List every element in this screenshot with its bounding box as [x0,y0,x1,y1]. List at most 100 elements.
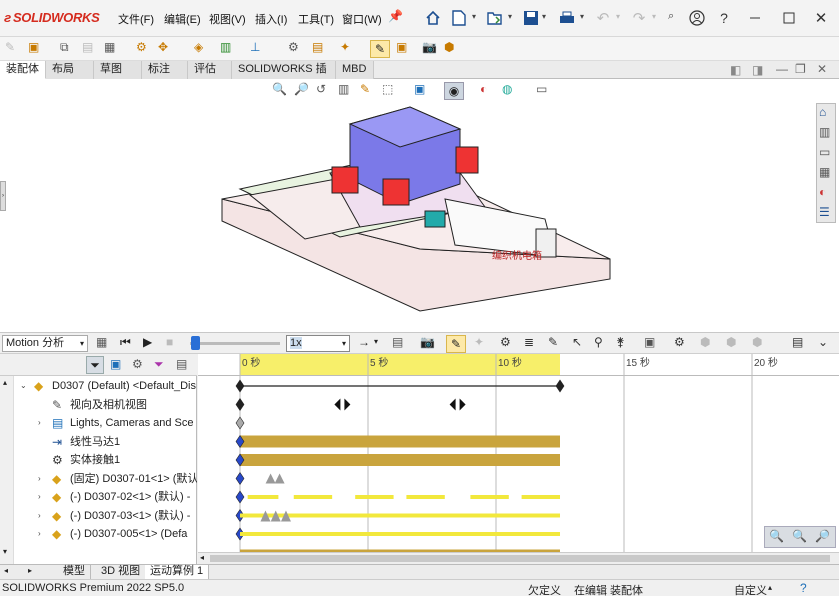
previous-view-icon[interactable]: ↺ [316,83,326,95]
hide-show-items-icon[interactable]: ◉ [444,82,464,100]
solidworks-logo[interactable]: ƨ SOLIDWORKS [4,10,100,25]
menu-edit[interactable]: 编辑(E) [164,11,201,27]
bill-of-materials-icon[interactable]: ▤ [312,41,323,53]
large-assembly-icon[interactable]: ⬢ [444,41,454,53]
doc-restore-icon[interactable]: ❐ [795,63,806,75]
gravity-icon[interactable]: ⚵ [616,336,625,348]
collapse-motion-icon[interactable]: ⬢ [752,336,762,348]
tree-item[interactable]: ⚙ 实体接触1 [0,451,197,469]
expand-icon[interactable]: › [38,493,41,501]
component-preview-icon[interactable]: ▤ [82,41,93,53]
save-icon[interactable] [522,9,540,27]
tab-sketch[interactable]: 草图 [94,61,142,79]
resources-icon[interactable]: ⌂ [819,106,826,118]
view-orientation-icon[interactable]: ⬚ [382,83,393,95]
filter-selected-icon[interactable]: ⏷ [154,358,164,370]
instant3d-icon[interactable]: ✎ [370,40,390,58]
motor-icon[interactable]: ⚙ [500,336,511,348]
simulation-setup-icon[interactable]: ⬢ [700,336,710,348]
chevron-down-icon[interactable]: ▾ [616,13,620,21]
file-explorer-icon[interactable]: ▭ [819,146,830,158]
tile-left-icon[interactable]: ◧ [730,64,741,76]
insert-components-icon[interactable]: ▣ [28,41,39,53]
tree-item[interactable]: › ◆ (-) D0307-005<1> (Defa [0,525,197,543]
tab-layout[interactable]: 布局 [46,61,94,79]
open-folder-icon[interactable] [486,9,504,27]
graphics-area[interactable]: 🔍 🔎 ↺ ▥ ✎ ⬚ ▣ ◉ ◐ ◍ ▭ › ⌂ ▥ ▭ ▦ ◐ ☰ 编织机电… [0,79,839,332]
tree-item[interactable]: ⇥ 线性马达1 [0,433,197,451]
zoom-in-icon[interactable]: 🔍 [792,530,807,542]
filter-animated-icon[interactable]: ▣ [110,358,121,370]
panel-toggle-icon[interactable]: › [0,181,6,211]
playback-slider-thumb[interactable] [191,336,200,350]
zoom-to-fit-icon[interactable]: 🔍 [769,530,784,542]
close-icon[interactable]: ✕ [812,9,830,27]
play-icon[interactable]: ▶ [143,336,152,348]
tab-scroll-right-icon[interactable]: ▸ [28,567,32,575]
collapse-panel-icon[interactable]: ⌄ [818,336,828,348]
zoom-out-icon[interactable]: 🔎 [815,530,830,542]
chevron-down-icon[interactable]: ▾ [542,13,546,21]
mate-icon[interactable]: ⧉ [60,41,69,53]
tree-item[interactable]: ⌄ ◆ D0307 (Default) <Default_Dis [0,377,197,395]
apply-scene-icon[interactable]: ◍ [502,83,512,95]
expand-icon[interactable]: › [38,530,41,538]
edit-appearance-icon[interactable]: ◐ [480,83,487,95]
take-snapshot-icon[interactable]: 📷 [422,41,437,53]
new-motion-study-icon[interactable]: ⚙ [288,41,299,53]
play-from-start-icon[interactable]: ⏮ [120,336,131,348]
contact-icon[interactable]: ⚲ [594,336,603,348]
tab-motion-study[interactable]: 运动算例 1 [145,565,210,579]
timeline-scrollbar[interactable]: ◂ [198,552,839,564]
maximize-icon[interactable] [780,9,798,27]
display-style-icon[interactable]: ▣ [414,83,425,95]
dynamic-annotation-icon[interactable]: ✎ [360,83,370,95]
chevron-down-icon[interactable]: ▾ [472,13,476,21]
user-account-icon[interactable] [688,9,706,27]
scroll-down-icon[interactable]: ▾ [3,548,7,556]
tree-item[interactable]: › ◆ (-) D0307-03<1> (默认) - [0,507,197,525]
tree-item[interactable]: › ◆ (-) D0307-02<1> (默认) - [0,488,197,506]
tab-solidworks-addins[interactable]: SOLIDWORKS 插件 [232,61,336,92]
edit-component-icon[interactable]: ✎ [5,41,15,53]
chevron-down-icon[interactable]: ▾ [580,13,584,21]
simulation-results-icon[interactable]: ⬢ [726,336,736,348]
chevron-down-icon[interactable]: ▾ [652,13,656,21]
section-view-icon[interactable]: ▥ [338,83,349,95]
chevron-down-icon[interactable]: ▾ [374,338,378,346]
expand-icon[interactable]: › [38,474,41,483]
playback-slider[interactable] [190,342,280,345]
pin-icon[interactable]: 📌 [388,10,403,22]
tags-icon[interactable]: ? [800,582,807,594]
design-library-icon[interactable]: ▥ [819,126,830,138]
menu-view[interactable]: 视图(V) [209,11,246,27]
motion-study-properties-icon[interactable]: ⚙ [674,336,685,348]
assembly-model[interactable]: 编织机电箱 [210,99,630,324]
chevron-up-icon[interactable]: ▴ [768,584,772,592]
expand-icon[interactable]: › [38,511,41,520]
view-settings-icon[interactable]: ▭ [536,83,547,95]
minimize-icon[interactable] [746,9,764,27]
expand-icon[interactable]: › [38,419,41,427]
move-component-icon[interactable]: ✥ [158,41,168,53]
new-document-icon[interactable] [450,9,468,27]
tab-3d-views[interactable]: 3D 视图 [96,565,147,579]
tab-assembly[interactable]: 装配体 [0,61,46,79]
animation-wizard-icon[interactable]: 📷 [420,336,435,348]
tile-right-icon[interactable]: ◨ [752,64,763,76]
smart-fasteners-icon[interactable]: ⚙ [136,41,147,53]
search-icon[interactable]: ⌕ [668,11,674,22]
tree-item[interactable]: › ◆ (固定) D0307-01<1> (默认 [0,470,197,488]
home-icon[interactable] [424,9,442,27]
tree-item[interactable]: › ▤ Lights, Cameras and Sce [0,414,197,432]
damper-icon[interactable]: ✎ [548,336,558,348]
redo-icon[interactable]: ↷ [630,9,648,27]
autokey-icon[interactable]: ✎ [446,335,466,353]
motion-timeline[interactable]: 0 秒 5 秒 10 秒 15 秒 20 秒 🔍 🔍 🔎 ◂ [198,354,839,564]
doc-close-icon[interactable]: ✕ [817,63,827,75]
appearances-icon[interactable]: ◐ [819,186,826,198]
exploded-view-icon[interactable]: ✦ [340,41,350,53]
menu-file[interactable]: 文件(F) [118,11,154,27]
menu-insert[interactable]: 插入(I) [255,11,287,27]
spring-icon[interactable]: ≣ [524,336,534,348]
